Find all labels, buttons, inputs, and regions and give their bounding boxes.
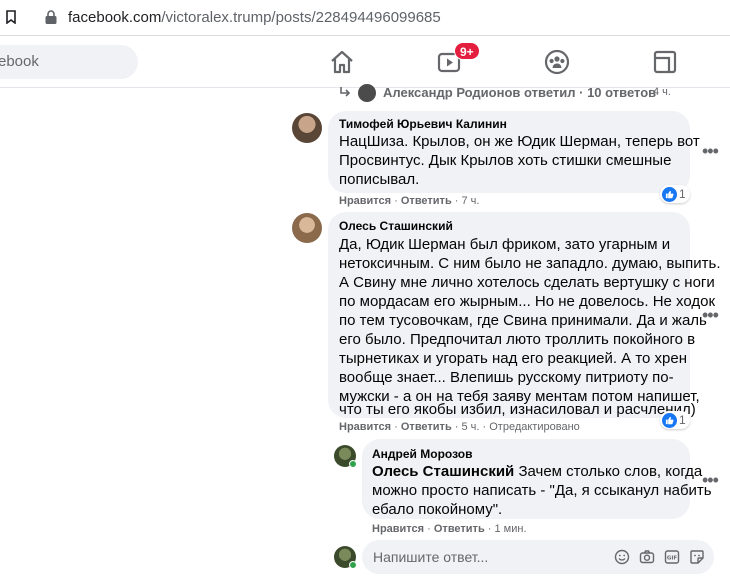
gaming-icon[interactable] bbox=[651, 48, 679, 76]
more-options-icon[interactable]: ••• bbox=[702, 141, 719, 162]
comment-text-line: А Свину мне лично хотелось сделать верту… bbox=[339, 274, 715, 291]
reaction-count[interactable]: 1 bbox=[660, 185, 690, 203]
reaction-count[interactable]: 1 bbox=[660, 411, 690, 429]
like-link[interactable]: Нравится bbox=[372, 523, 424, 535]
replies-count: ответил · 10 ответов bbox=[524, 85, 657, 100]
reaction-number: 1 bbox=[679, 187, 686, 201]
mention-link[interactable]: Олесь Сташинский bbox=[372, 463, 514, 480]
comment-author[interactable]: Тимофей Юрьевич Калинин bbox=[339, 117, 507, 131]
comment-text-line: по тем тусовочкам, где Свина принимали. … bbox=[339, 312, 707, 329]
comment-text-line: Да, Юдик Шерман был фриком, зато угарным… bbox=[339, 236, 671, 253]
like-link[interactable]: Нравится bbox=[339, 421, 391, 433]
facebook-top-bar: ebook bbox=[0, 36, 730, 88]
comment-text-line: НацШиза. Крылов, он же Юдик Шерман, тепе… bbox=[339, 133, 700, 150]
comment-actions: Нравится · Ответить · 7 ч. bbox=[339, 195, 480, 207]
comment-text-line: можно просто написать - "Да, я ссыканул … bbox=[372, 482, 712, 499]
sticker-icon[interactable] bbox=[689, 549, 705, 565]
comment-text-line: Олесь Сташинский Зачем столько слов, ког… bbox=[372, 462, 702, 481]
comment-actions: Нравится · Ответить · 5 ч. · Отредактиро… bbox=[339, 421, 580, 433]
comment-time[interactable]: 1 мин. bbox=[495, 523, 527, 535]
search-text: ebook bbox=[0, 53, 39, 70]
reply-link[interactable]: Ответить bbox=[401, 421, 452, 433]
more-options-icon[interactable]: ••• bbox=[702, 470, 719, 491]
url-host: facebook.com bbox=[68, 9, 162, 26]
avatar[interactable] bbox=[292, 213, 322, 243]
emoji-icon[interactable] bbox=[614, 549, 630, 565]
reply-placeholder: Напишите ответ... bbox=[373, 549, 489, 565]
like-reaction-icon bbox=[662, 186, 677, 202]
reaction-number: 1 bbox=[679, 413, 686, 427]
comment-text-line: тырнетиках и угорать над его реакцией. А… bbox=[339, 350, 688, 367]
comment-text-line: пописывал. bbox=[339, 171, 420, 188]
reply-time: 4 ч. bbox=[653, 86, 671, 98]
watch-notification-badge: 9+ bbox=[454, 42, 480, 60]
online-status-dot bbox=[349, 460, 357, 468]
avatar[interactable] bbox=[292, 113, 322, 143]
home-icon[interactable] bbox=[328, 48, 356, 76]
address-field[interactable]: facebook.com/victoralex.trump/posts/2284… bbox=[68, 9, 441, 26]
replier-name: Александр Родионов bbox=[383, 85, 521, 100]
url-path: /victoralex.trump/posts/228494496099685 bbox=[161, 9, 441, 26]
reply-arrow-icon bbox=[340, 87, 351, 97]
edited-label[interactable]: Отредактировано bbox=[489, 421, 580, 433]
svg-text:GIF: GIF bbox=[667, 556, 678, 562]
more-options-icon[interactable]: ••• bbox=[702, 305, 719, 326]
comment-text-line: вообще знает... Влепишь русскому питриот… bbox=[339, 369, 674, 386]
comment-text: Зачем столько слов, когда bbox=[518, 463, 703, 480]
comment-author[interactable]: Олесь Сташинский bbox=[339, 219, 453, 233]
comment-time[interactable]: 7 ч. bbox=[462, 195, 480, 207]
reply-link[interactable]: Ответить bbox=[434, 523, 485, 535]
comment-actions: Нравится · Ответить · 1 мин. bbox=[372, 523, 527, 535]
bookmark-icon[interactable] bbox=[6, 10, 16, 24]
reply-link[interactable]: Ответить bbox=[401, 195, 452, 207]
comment-text-line: его было. Предпочитал люто троллить поко… bbox=[339, 331, 696, 348]
left-panel bbox=[0, 88, 278, 580]
search-facebook-input[interactable]: ebook bbox=[0, 45, 138, 79]
browser-url-bar: facebook.com/victoralex.trump/posts/2284… bbox=[0, 0, 730, 36]
online-status-dot bbox=[349, 561, 357, 569]
comment-text-line: по мордасам его жырным... Но не довелось… bbox=[339, 293, 716, 310]
avatar[interactable] bbox=[358, 84, 376, 102]
comment-text-line: Просвинтус. Дык Крылов хоть стишки смешн… bbox=[339, 152, 672, 169]
gif-icon[interactable]: GIF bbox=[664, 549, 680, 565]
camera-icon[interactable] bbox=[639, 549, 655, 565]
view-replies-link[interactable]: Александр Родионов ответил · 10 ответов bbox=[383, 85, 656, 100]
comment-text-line: нетоксичным. С ним было не западло. дума… bbox=[339, 255, 721, 272]
comment-author[interactable]: Андрей Морозов bbox=[372, 447, 472, 461]
comment-text-line: что ты его якобы избил, изнасиловал и ра… bbox=[339, 401, 696, 418]
reply-input[interactable]: Напишите ответ... GIF bbox=[362, 540, 714, 574]
groups-icon[interactable] bbox=[543, 48, 571, 76]
comment-text-line: ебало покойному". bbox=[372, 501, 503, 518]
like-link[interactable]: Нравится bbox=[339, 195, 391, 207]
comment-time[interactable]: 5 ч. bbox=[462, 421, 480, 433]
lock-icon[interactable] bbox=[44, 9, 58, 25]
like-reaction-icon bbox=[662, 412, 677, 428]
